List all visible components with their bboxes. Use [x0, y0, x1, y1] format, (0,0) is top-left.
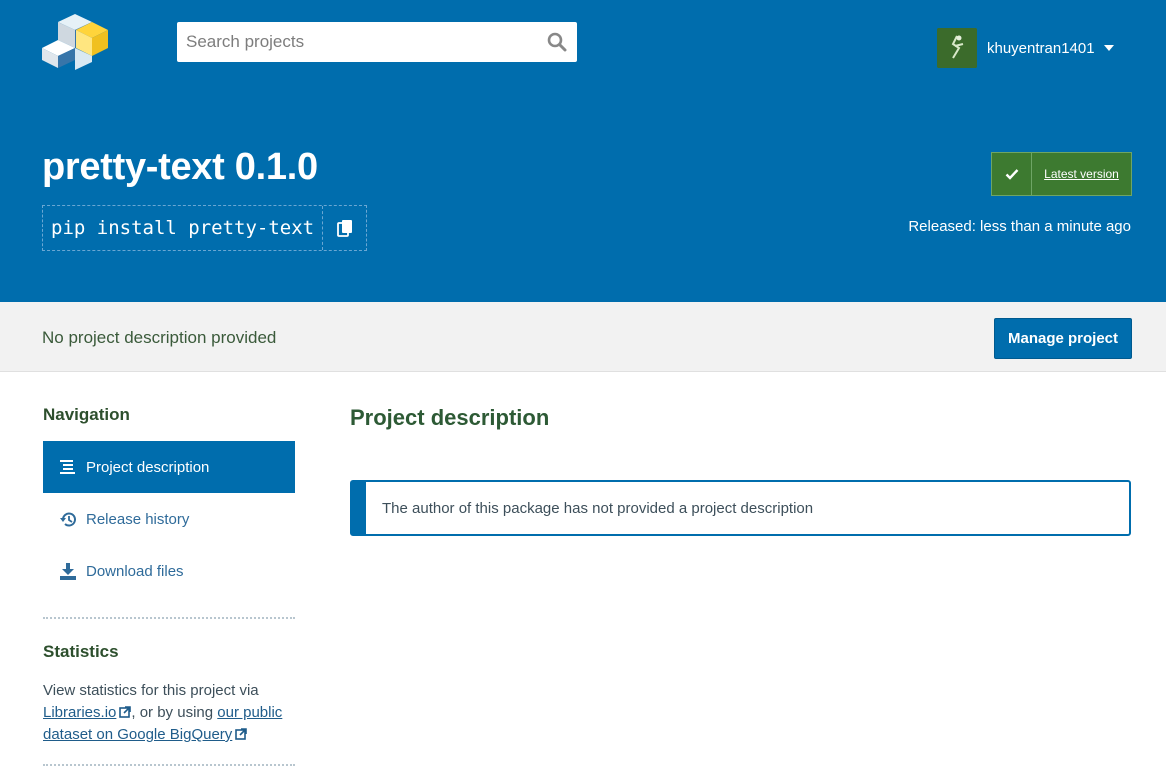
navigation-heading: Navigation	[43, 405, 130, 424]
check-icon	[992, 153, 1032, 195]
libraries-io-link[interactable]: Libraries.io	[43, 704, 132, 721]
chevron-down-icon	[1103, 45, 1114, 51]
download-icon	[59, 562, 77, 580]
statistics-prefix: View statistics for this project via	[43, 682, 259, 699]
pip-command: pip install pretty-text	[51, 217, 315, 239]
copy-icon[interactable]	[322, 206, 366, 250]
pip-install-box: pip install pretty-text	[42, 205, 368, 251]
sidebar-item-release-history[interactable]: Release history	[43, 493, 295, 545]
sidebar-item-label: Download files	[86, 562, 184, 580]
user-menu[interactable]: khuyentran1401	[937, 28, 1114, 68]
project-summary: No project description provided	[42, 328, 277, 347]
project-description-heading: Project description	[350, 405, 550, 430]
statistics-text: View statistics for this project via Lib…	[43, 680, 295, 746]
statistics-heading: Statistics	[43, 642, 119, 661]
divider	[43, 764, 295, 766]
pypi-logo-icon[interactable]	[40, 12, 110, 70]
manage-project-button[interactable]: Manage project	[994, 318, 1132, 359]
search-box	[177, 22, 577, 62]
sidebar-item-label: Release history	[86, 510, 190, 528]
search-icon[interactable]	[545, 30, 569, 54]
latest-version-badge[interactable]: Latest version	[991, 152, 1132, 196]
username: khuyentran1401	[987, 39, 1095, 57]
sidebar-item-label: Project description	[86, 458, 210, 476]
description-bar: No project description provided Manage p…	[0, 302, 1166, 372]
search-input[interactable]	[177, 22, 577, 62]
sidebar-item-project-description[interactable]: Project description	[43, 441, 295, 493]
sidebar-item-download-files[interactable]: Download files	[43, 545, 295, 597]
description-notice: The author of this package has not provi…	[350, 480, 1131, 536]
latest-version-label[interactable]: Latest version	[1032, 153, 1131, 195]
release-date: Released: less than a minute ago	[908, 218, 1131, 235]
external-link-icon	[235, 728, 248, 740]
history-icon	[59, 510, 77, 528]
divider	[43, 617, 295, 619]
notice-text: The author of this package has not provi…	[382, 499, 814, 517]
align-left-icon	[59, 458, 77, 476]
statistics-middle: , or by using	[131, 704, 214, 721]
site-header: khuyentran1401 pretty-text 0.1.0 pip ins…	[0, 0, 1166, 302]
external-link-icon	[119, 706, 132, 718]
avatar	[937, 28, 977, 68]
page-title: pretty-text 0.1.0	[42, 146, 318, 188]
